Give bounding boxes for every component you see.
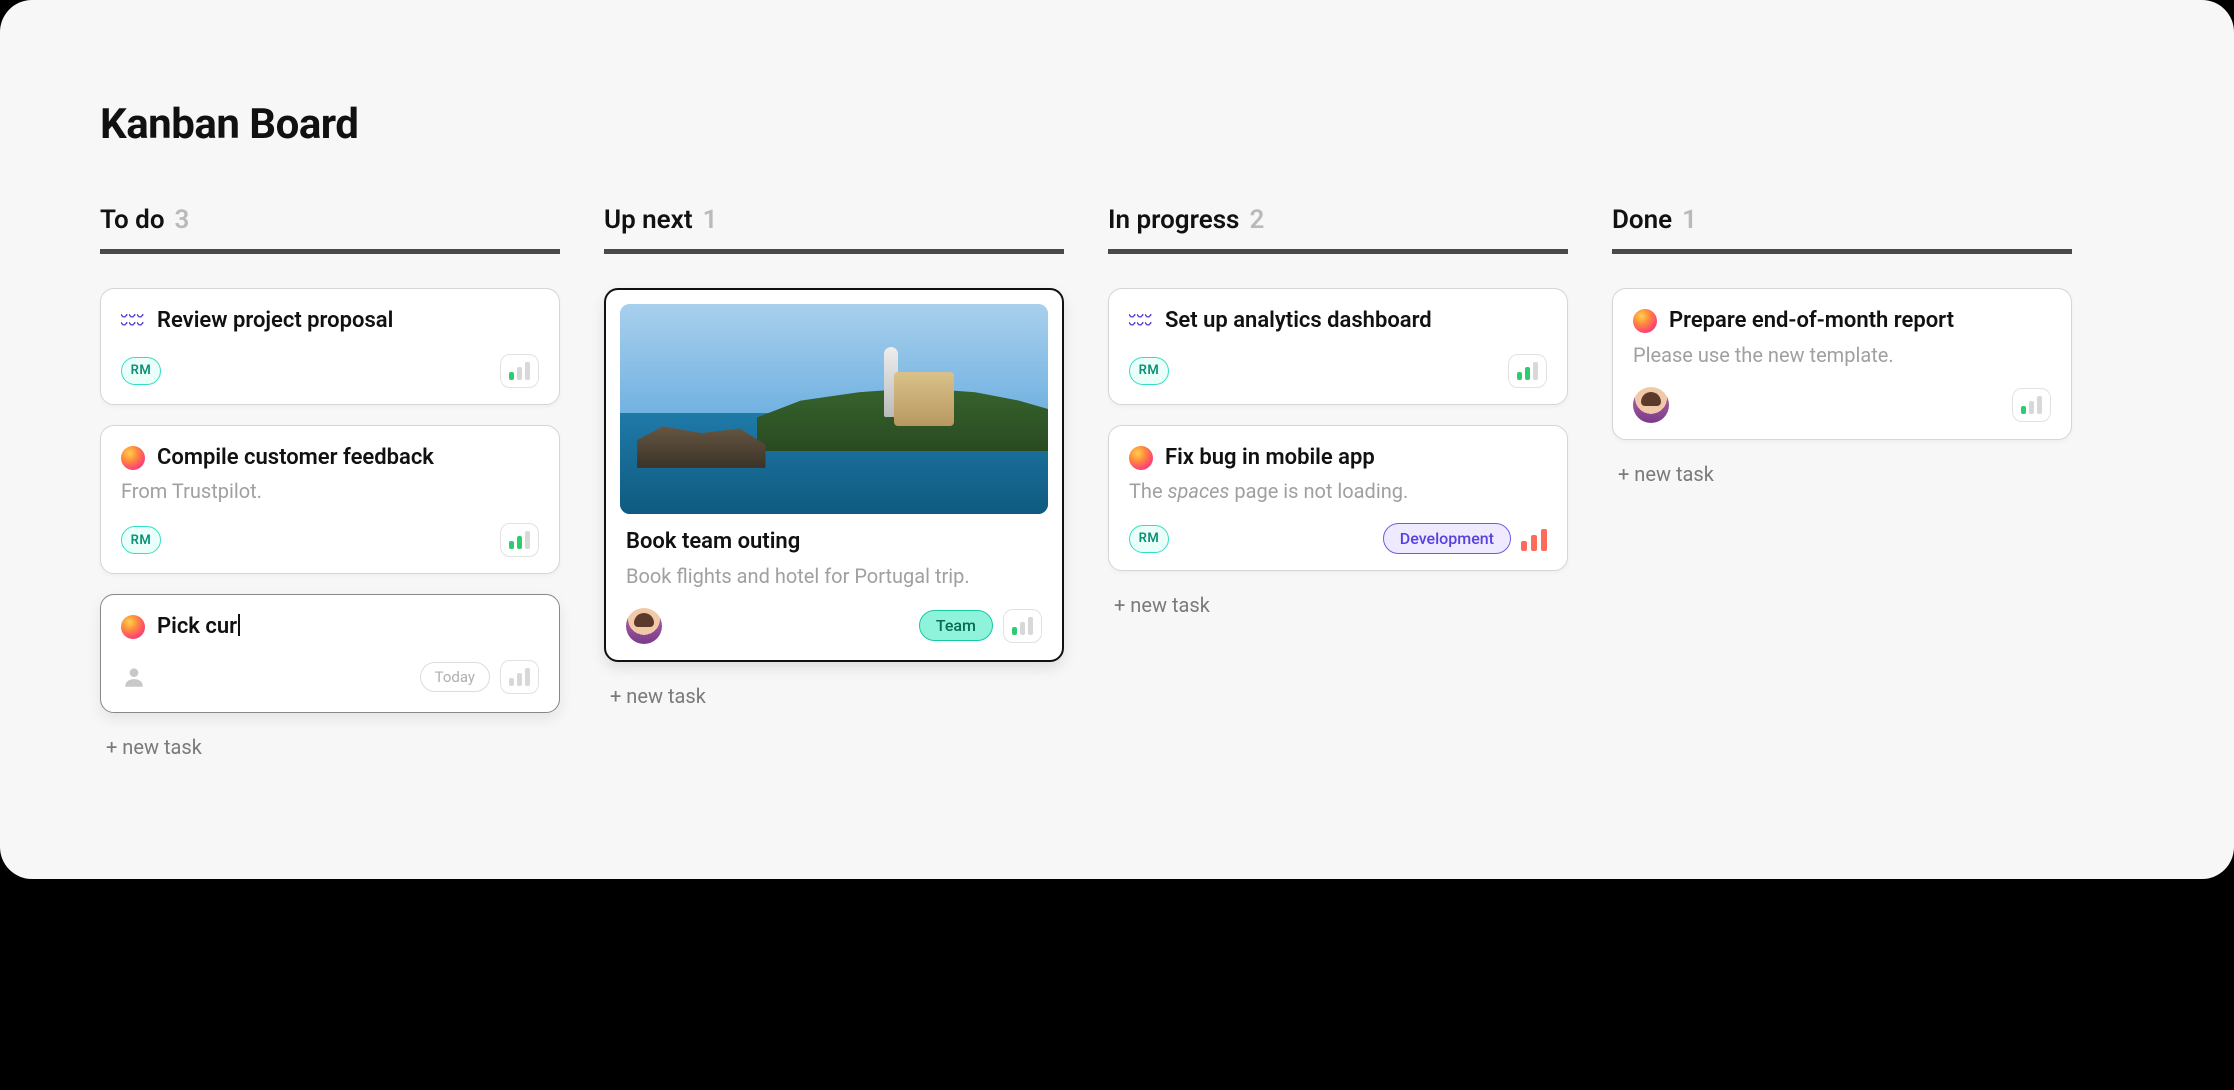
priority-icon[interactable] xyxy=(500,523,539,557)
column-cards: Book team outing Book flights and hotel f… xyxy=(604,288,1064,662)
card-footer-right: Today xyxy=(420,660,539,694)
card-footer xyxy=(1633,387,2051,423)
card-description: Please use the new template. xyxy=(1633,342,2051,369)
column-title: Up next xyxy=(604,205,693,235)
card-footer-left: RM xyxy=(1129,357,1169,385)
card-title: Fix bug in mobile app xyxy=(1165,444,1375,473)
card-footer-right: Team xyxy=(919,609,1042,643)
task-card[interactable]: Pick cur Today xyxy=(100,594,560,713)
column-cards: Review project proposal RM Compile custo… xyxy=(100,288,560,713)
priority-icon[interactable] xyxy=(1003,609,1042,643)
card-footer: RM xyxy=(1129,354,1547,388)
assignee-empty-icon[interactable] xyxy=(121,664,147,690)
card-header-row: Review project proposal xyxy=(121,307,539,336)
task-card[interactable]: Prepare end-of-month report Please use t… xyxy=(1612,288,2072,440)
kanban-canvas: Kanban Board To do 3 Review project propo… xyxy=(0,0,2234,879)
assignee-avatar[interactable] xyxy=(1633,387,1669,423)
priority-icon[interactable] xyxy=(500,354,539,388)
card-footer: RM Development xyxy=(1129,523,1547,554)
tag-team[interactable]: Team xyxy=(919,610,993,641)
new-task-button[interactable]: + new task xyxy=(100,735,560,759)
gradient-dot-icon xyxy=(121,615,145,639)
card-description: From Trustpilot. xyxy=(121,478,539,505)
card-header-row: Pick cur xyxy=(121,613,539,642)
column-count: 1 xyxy=(1682,205,1697,235)
card-footer: Today xyxy=(121,660,539,694)
tag-dev[interactable]: Development xyxy=(1383,523,1511,554)
card-header-row: Compile customer feedback xyxy=(121,444,539,473)
new-task-button[interactable]: + new task xyxy=(1108,593,1568,617)
column-count: 3 xyxy=(175,205,190,235)
new-task-button[interactable]: + new task xyxy=(604,684,1064,708)
priority-icon[interactable] xyxy=(2012,388,2051,422)
card-footer-left: RM xyxy=(1129,525,1169,553)
card-footer-left: RM xyxy=(121,526,161,554)
task-card[interactable]: Set up analytics dashboard RM xyxy=(1108,288,1568,405)
wave-icon xyxy=(121,311,145,331)
column-cards: Prepare end-of-month report Please use t… xyxy=(1612,288,2072,440)
card-footer: RM xyxy=(121,354,539,388)
column-up-next: Up next 1 Book team outing Book flights an… xyxy=(604,205,1064,708)
card-title: Set up analytics dashboard xyxy=(1165,307,1432,336)
new-task-button[interactable]: + new task xyxy=(1612,462,2072,486)
card-description: Book flights and hotel for Portugal trip… xyxy=(626,563,1042,590)
card-footer-right xyxy=(1508,354,1547,388)
gradient-dot-icon xyxy=(121,446,145,470)
column-header: In progress 2 xyxy=(1108,205,1568,254)
wave-icon xyxy=(1129,311,1153,331)
task-card[interactable]: Review project proposal RM xyxy=(100,288,560,405)
card-footer: Team xyxy=(626,608,1042,644)
card-footer-right xyxy=(500,354,539,388)
card-footer: RM xyxy=(121,523,539,557)
assignee-initials[interactable]: RM xyxy=(121,526,161,554)
priority-icon[interactable] xyxy=(1521,527,1547,551)
assignee-initials[interactable]: RM xyxy=(121,357,161,385)
task-card[interactable]: Compile customer feedback From Trustpilo… xyxy=(100,425,560,575)
card-title: Review project proposal xyxy=(157,307,393,336)
card-footer-left xyxy=(1633,387,1669,423)
column-title: Done xyxy=(1612,205,1672,235)
column-header: Up next 1 xyxy=(604,205,1064,254)
card-header-row: Fix bug in mobile app xyxy=(1129,444,1547,473)
assignee-initials[interactable]: RM xyxy=(1129,357,1169,385)
card-title[interactable]: Pick cur xyxy=(157,613,240,642)
column-done: Done 1 Prepare end-of-month report Please… xyxy=(1612,205,2072,486)
column-header: To do 3 xyxy=(100,205,560,254)
card-description: The spaces page is not loading. xyxy=(1129,478,1547,505)
card-footer-left xyxy=(121,664,147,690)
assignee-avatar[interactable] xyxy=(626,608,662,644)
column-header: Done 1 xyxy=(1612,205,2072,254)
card-cover-image xyxy=(620,304,1048,514)
card-footer-right xyxy=(500,523,539,557)
page-title: Kanban Board xyxy=(100,100,2134,149)
card-header-row: Prepare end-of-month report xyxy=(1633,307,2051,336)
column-cards: Set up analytics dashboard RM Fix bug in… xyxy=(1108,288,1568,571)
priority-icon[interactable] xyxy=(1508,354,1547,388)
column-title: To do xyxy=(100,205,165,235)
card-header-row: Set up analytics dashboard xyxy=(1129,307,1547,336)
priority-icon[interactable] xyxy=(500,660,539,694)
gradient-dot-icon xyxy=(1129,446,1153,470)
gradient-dot-icon xyxy=(1633,309,1657,333)
card-title: Prepare end-of-month report xyxy=(1669,307,1954,336)
column-count: 1 xyxy=(703,205,718,235)
card-footer-right: Development xyxy=(1383,523,1547,554)
task-card[interactable]: Fix bug in mobile app The spaces page is… xyxy=(1108,425,1568,572)
column-count: 2 xyxy=(1249,205,1264,235)
task-card[interactable]: Book team outing Book flights and hotel f… xyxy=(604,288,1064,662)
date-chip[interactable]: Today xyxy=(420,662,490,692)
card-title: Compile customer feedback xyxy=(157,444,434,473)
kanban-board: To do 3 Review project proposal RM Compil… xyxy=(100,205,2134,759)
column-title: In progress xyxy=(1108,205,1239,235)
card-footer-right xyxy=(2012,388,2051,422)
assignee-initials[interactable]: RM xyxy=(1129,525,1169,553)
column-to-do: To do 3 Review project proposal RM Compil… xyxy=(100,205,560,759)
card-footer-left: RM xyxy=(121,357,161,385)
column-in-progress: In progress 2 Set up analytics dashboard … xyxy=(1108,205,1568,617)
card-footer-left xyxy=(626,608,662,644)
card-title: Book team outing xyxy=(626,528,1042,557)
